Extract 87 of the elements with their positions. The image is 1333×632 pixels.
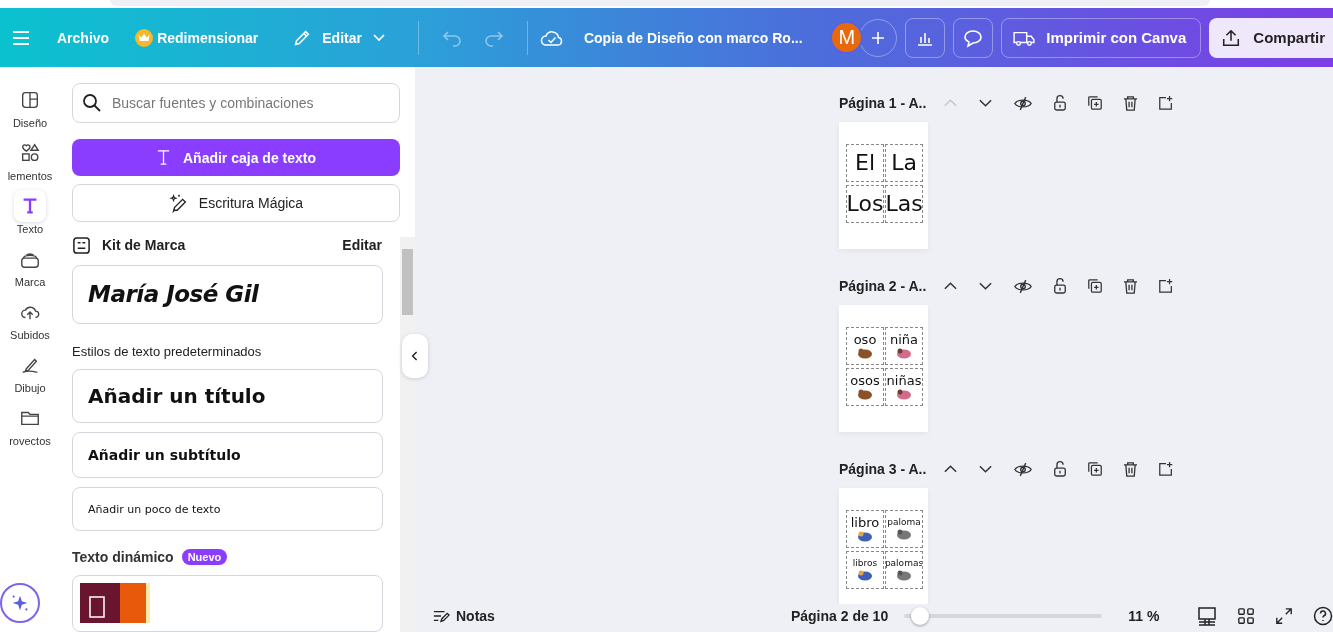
section-heading: Estilos de texto predeterminados bbox=[72, 343, 263, 359]
page-thumbnail[interactable]: El La LosLas bbox=[839, 122, 928, 249]
edit-link[interactable]: Editar bbox=[342, 237, 382, 254]
sidebar-item[interactable]: lementos bbox=[4, 137, 56, 182]
magic-pen-icon bbox=[168, 193, 189, 214]
duplicate-icon[interactable] bbox=[1087, 95, 1103, 111]
chevron-down-icon bbox=[371, 32, 386, 43]
card-word: Los bbox=[847, 191, 883, 217]
print-button[interactable]: Imprimir con Canva bbox=[1001, 17, 1202, 58]
text-icon bbox=[155, 149, 171, 167]
chevron-up-icon[interactable] bbox=[943, 281, 958, 291]
chevron-down-icon[interactable] bbox=[978, 464, 993, 474]
comment-button[interactable] bbox=[953, 17, 994, 58]
duplicate-icon[interactable] bbox=[1087, 278, 1103, 294]
duplicate-icon[interactable] bbox=[1087, 461, 1103, 477]
chevron-up-icon[interactable] bbox=[943, 464, 958, 474]
scrollbar-thumb[interactable] bbox=[402, 249, 413, 315]
page-title[interactable]: Página 3 - A.. bbox=[839, 461, 927, 477]
trash-icon[interactable] bbox=[1123, 460, 1138, 478]
plus-icon bbox=[870, 29, 887, 46]
fullscreen-icon[interactable] bbox=[1275, 607, 1294, 625]
card-word: libro bbox=[850, 515, 880, 531]
chevron-left-icon bbox=[411, 351, 419, 361]
scrollbar[interactable] bbox=[400, 237, 415, 632]
sidebar-item[interactable]: Subidos bbox=[4, 296, 56, 341]
sidebar-item[interactable]: Diseño bbox=[4, 84, 56, 129]
share-button[interactable]: Compartir bbox=[1209, 17, 1333, 58]
text-style-card[interactable]: Añadir un subtítulo bbox=[72, 431, 383, 479]
page-title[interactable]: Página 1 - A.. bbox=[839, 95, 927, 111]
analytics-button[interactable] bbox=[905, 17, 946, 58]
slider-thumb[interactable] bbox=[911, 607, 929, 625]
chevron-down-icon[interactable] bbox=[978, 98, 993, 108]
brand-kit-icon bbox=[72, 235, 91, 255]
magic-button[interactable] bbox=[0, 583, 40, 623]
card-word: osos bbox=[850, 373, 880, 389]
card-word: libros bbox=[852, 559, 878, 569]
brand-font-card[interactable]: María José Gil bbox=[72, 264, 383, 324]
sidebar-item[interactable]: Marca bbox=[4, 243, 56, 288]
sidebar-item[interactable]: Texto bbox=[4, 190, 56, 235]
zoom-slider[interactable] bbox=[904, 607, 1103, 625]
notes-button[interactable]: Notas bbox=[432, 608, 495, 624]
search-icon bbox=[82, 93, 102, 113]
help-icon[interactable] bbox=[1313, 606, 1333, 626]
upload-icon bbox=[1221, 27, 1242, 48]
hide-icon[interactable] bbox=[1013, 95, 1033, 111]
card-word: niñas bbox=[886, 373, 922, 389]
magic-write-button[interactable]: Escritura Mágica bbox=[72, 184, 400, 222]
chevron-down-icon[interactable] bbox=[978, 281, 993, 291]
text-style-card[interactable]: Añadir un título bbox=[72, 368, 383, 423]
card-word: Las bbox=[886, 191, 922, 217]
card-word: La bbox=[891, 150, 917, 176]
grid-view-icon[interactable] bbox=[1237, 607, 1256, 625]
page-title[interactable]: Página 2 - A.. bbox=[839, 278, 927, 294]
page-indicator[interactable]: Página 2 de 10 bbox=[790, 608, 889, 624]
text-style-card[interactable]: Añadir un poco de texto bbox=[72, 487, 383, 532]
card-word: oso bbox=[853, 332, 877, 348]
card-word: palomas bbox=[886, 559, 922, 569]
lock-icon[interactable] bbox=[1053, 94, 1067, 112]
zoom-reading[interactable]: 11 % bbox=[1128, 608, 1160, 624]
add-page-icon[interactable] bbox=[1158, 278, 1174, 294]
trash-icon[interactable] bbox=[1123, 94, 1138, 112]
section-heading: Kit de Marca bbox=[102, 237, 186, 254]
card-word: paloma bbox=[887, 518, 921, 528]
crown-icon bbox=[135, 28, 154, 47]
page-thumbnail[interactable]: libro paloma libros palomas bbox=[839, 488, 928, 604]
lock-icon[interactable] bbox=[1053, 277, 1067, 295]
hide-icon[interactable] bbox=[1013, 278, 1033, 294]
lock-icon[interactable] bbox=[1053, 460, 1067, 478]
new-badge: Nuevo bbox=[181, 549, 228, 566]
card-word: El bbox=[855, 150, 875, 176]
search-field[interactable]: Buscar fuentes y combinaciones bbox=[72, 83, 400, 123]
add-page-icon[interactable] bbox=[1158, 95, 1174, 111]
speech-bubble-icon bbox=[962, 27, 985, 48]
rail-icon bbox=[14, 190, 46, 222]
notes-icon bbox=[432, 608, 450, 624]
add-text-box-button[interactable]: Añadir caja de texto bbox=[72, 139, 400, 177]
dynamic-text-card[interactable] bbox=[72, 575, 383, 632]
card-word: niña bbox=[889, 332, 919, 348]
sidebar-item[interactable]: rovectos bbox=[4, 402, 56, 447]
sidebar-item[interactable]: Dibujo bbox=[4, 349, 56, 394]
page-view-icon[interactable] bbox=[1197, 606, 1218, 626]
section-heading: Texto dinámico bbox=[72, 549, 174, 566]
hide-icon[interactable] bbox=[1013, 461, 1033, 477]
page-thumbnail[interactable]: oso niña osos niñas bbox=[839, 305, 928, 432]
trash-icon[interactable] bbox=[1123, 277, 1138, 295]
add-page-icon[interactable] bbox=[1158, 461, 1174, 477]
document-title[interactable]: Copia de Diseño con marco Ro... bbox=[583, 29, 803, 46]
